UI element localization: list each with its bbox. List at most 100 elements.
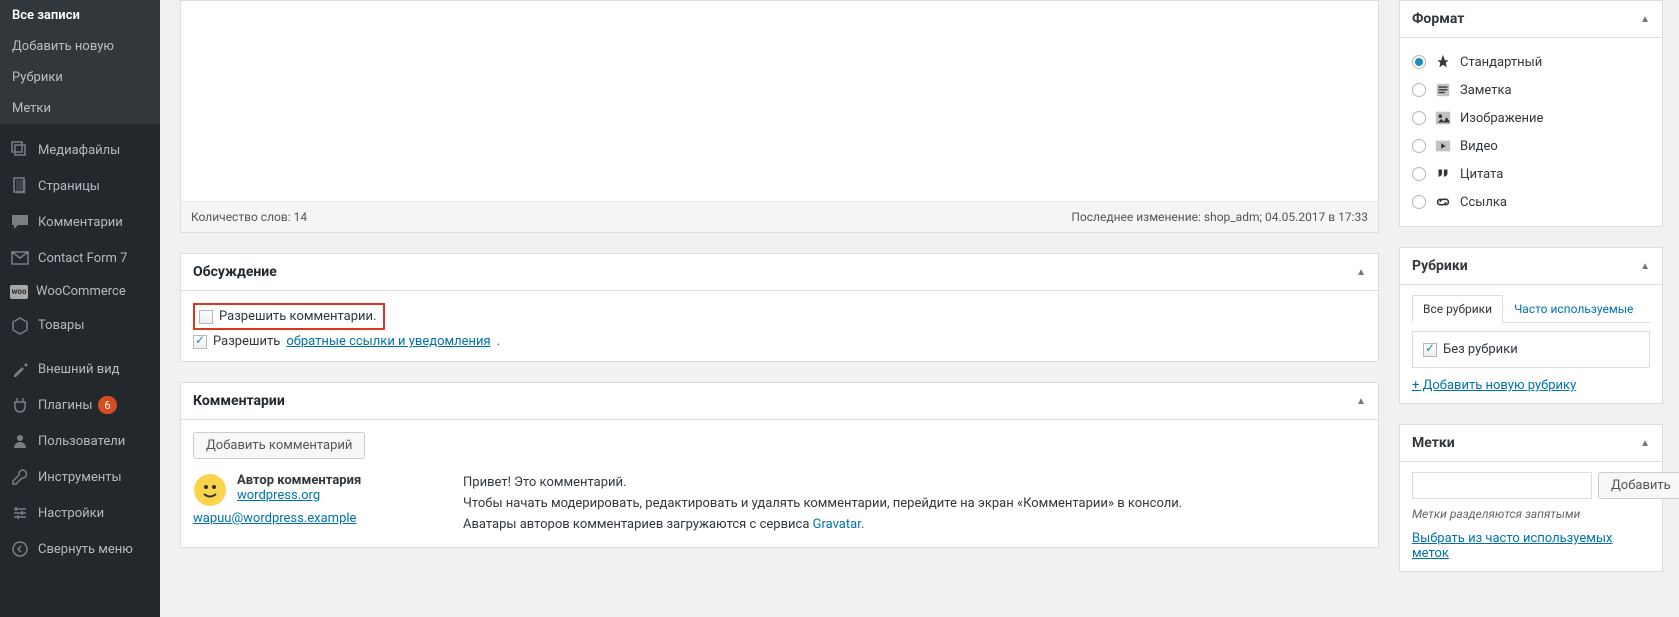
image-icon (1434, 109, 1452, 127)
sidebar-label: Свернуть меню (38, 542, 133, 557)
sidebar-item-tools[interactable]: Инструменты (0, 459, 160, 495)
categories-title: Рубрики (1412, 258, 1468, 274)
sidebar-sub-all-posts[interactable]: Все записи (0, 0, 160, 31)
admin-sidebar: Все записи Добавить новую Рубрики Метки … (0, 0, 160, 617)
sidebar-item-comments[interactable]: Комментарии (0, 204, 160, 240)
sidebar-label: WooCommerce (36, 284, 126, 299)
allow-pings-prefix: Разрешить (213, 334, 280, 349)
allow-pings-checkbox[interactable] (193, 335, 207, 349)
discussion-panel-header[interactable]: Обсуждение ▲ (181, 254, 1378, 291)
last-edit: Последнее изменение: shop_adm; 04.05.201… (1071, 210, 1368, 224)
tools-icon (10, 467, 30, 487)
collapse-icon: ▲ (1356, 267, 1366, 278)
right-sidebar: Формат ▲ Стандартный Заметка (1399, 0, 1679, 617)
sidebar-item-pages[interactable]: Страницы (0, 168, 160, 204)
add-category-link[interactable]: + Добавить новую рубрику (1412, 378, 1576, 393)
editor-footer: Количество слов: 14 Последнее изменение:… (181, 201, 1378, 232)
sidebar-item-collapse[interactable]: Свернуть меню (0, 531, 160, 567)
pings-link[interactable]: обратные ссылки и уведомления (286, 334, 490, 349)
categories-panel: Рубрики ▲ Все рубрики Часто используемые… (1399, 247, 1663, 404)
sidebar-item-settings[interactable]: Настройки (0, 495, 160, 531)
settings-icon (10, 503, 30, 523)
format-panel-header[interactable]: Формат ▲ (1400, 1, 1662, 38)
tags-panel: Метки ▲ Добавить Метки разделяются запят… (1399, 424, 1663, 572)
add-tag-button[interactable]: Добавить (1598, 472, 1679, 499)
sidebar-sub-tags[interactable]: Метки (0, 93, 160, 124)
format-option-image[interactable]: Изображение (1412, 104, 1650, 132)
discussion-panel: Обсуждение ▲ Разрешить комментарии. Разр… (180, 253, 1379, 362)
sidebar-sub-add-new[interactable]: Добавить новую (0, 31, 160, 62)
format-label: Заметка (1460, 83, 1512, 98)
allow-comments-label: Разрешить комментарии. (219, 309, 377, 324)
format-option-link[interactable]: Ссылка (1412, 188, 1650, 216)
categories-panel-header[interactable]: Рубрики ▲ (1400, 248, 1662, 285)
comment-item: Автор комментария wordpress.org wapuu@wo… (193, 473, 1366, 535)
editor-textarea[interactable] (181, 1, 1378, 201)
comment-author-email[interactable]: wapuu@wordpress.example (193, 511, 443, 526)
mail-icon (10, 248, 30, 268)
sidebar-label: Настройки (38, 506, 104, 521)
comments-icon (10, 212, 30, 232)
format-label: Стандартный (1460, 55, 1542, 70)
discussion-title: Обсуждение (193, 264, 277, 280)
sidebar-label: Плагины (38, 398, 92, 413)
format-option-video[interactable]: Видео (1412, 132, 1650, 160)
pin-icon (1434, 53, 1452, 71)
comments-panel-header[interactable]: Комментарии ▲ (181, 383, 1378, 420)
sidebar-item-products[interactable]: Товары (0, 307, 160, 343)
comment-line: Аватары авторов комментариев загружаются… (463, 515, 1366, 536)
tab-all-categories[interactable]: Все рубрики (1412, 295, 1503, 323)
sidebar-item-plugins[interactable]: Плагины 6 (0, 387, 160, 423)
sidebar-item-cf7[interactable]: Contact Form 7 (0, 240, 160, 276)
format-option-aside[interactable]: Заметка (1412, 76, 1650, 104)
format-title: Формат (1412, 11, 1464, 27)
allow-comments-checkbox[interactable] (199, 310, 213, 324)
word-count: Количество слов: 14 (191, 210, 307, 224)
tags-hint: Метки разделяются запятыми (1412, 507, 1650, 521)
format-label: Ссылка (1460, 195, 1507, 210)
category-list-box: Без рубрики (1412, 331, 1650, 368)
sidebar-label: Contact Form 7 (38, 251, 127, 266)
comment-author-site[interactable]: wordpress.org (237, 488, 320, 503)
comments-panel: Комментарии ▲ Добавить комментарий Автор… (180, 382, 1379, 548)
tab-used-categories[interactable]: Часто используемые (1503, 295, 1644, 323)
plugins-badge: 6 (98, 396, 116, 414)
video-icon (1434, 137, 1452, 155)
choose-tags-link[interactable]: Выбрать из часто используемых меток (1412, 531, 1650, 561)
format-radio[interactable] (1412, 139, 1426, 153)
sidebar-label: Комментарии (38, 215, 123, 230)
format-option-quote[interactable]: Цитата (1412, 160, 1650, 188)
comment-line: Чтобы начать модерировать, редактировать… (463, 494, 1366, 515)
collapse-icon: ▲ (1356, 396, 1366, 407)
sidebar-item-users[interactable]: Пользователи (0, 423, 160, 459)
aside-icon (1434, 81, 1452, 99)
sidebar-label: Страницы (38, 179, 100, 194)
allow-comments-highlight: Разрешить комментарии. (193, 303, 385, 330)
sidebar-item-appearance[interactable]: Внешний вид (0, 351, 160, 387)
users-icon (10, 431, 30, 451)
gravatar-link[interactable]: Gravatar (813, 517, 861, 532)
format-radio[interactable] (1412, 83, 1426, 97)
tags-panel-header[interactable]: Метки ▲ (1400, 425, 1662, 462)
add-comment-button[interactable]: Добавить комментарий (193, 432, 365, 459)
collapse-icon: ▲ (1640, 438, 1650, 449)
sidebar-sub-categories[interactable]: Рубрики (0, 62, 160, 93)
collapse-icon: ▲ (1640, 261, 1650, 272)
format-radio[interactable] (1412, 167, 1426, 181)
sidebar-label: Инструменты (38, 470, 122, 485)
category-checkbox[interactable] (1423, 343, 1437, 357)
sidebar-label: Пользователи (38, 434, 125, 449)
format-label: Цитата (1460, 167, 1503, 182)
format-radio[interactable] (1412, 111, 1426, 125)
products-icon (10, 315, 30, 335)
tags-input[interactable] (1412, 472, 1592, 499)
format-radio[interactable] (1412, 195, 1426, 209)
format-option-standard[interactable]: Стандартный (1412, 48, 1650, 76)
plugins-icon (10, 395, 30, 415)
format-radio[interactable] (1412, 55, 1426, 69)
quote-icon (1434, 165, 1452, 183)
comments-title: Комментарии (193, 393, 285, 409)
comment-line: Привет! Это комментарий. (463, 473, 1366, 494)
sidebar-item-woocommerce[interactable]: woo WooCommerce (0, 276, 160, 307)
sidebar-item-media[interactable]: Медиафайлы (0, 132, 160, 168)
